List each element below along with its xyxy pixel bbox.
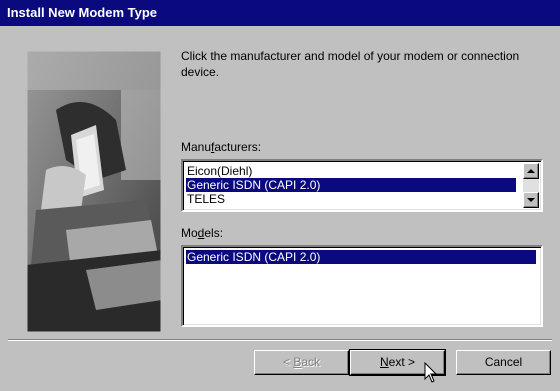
label-part: els: [204, 226, 224, 240]
label-part: acturers: [214, 140, 262, 154]
manufacturers-scrollbar[interactable] [523, 163, 539, 208]
button-text: ack [301, 355, 321, 369]
model-item-selected[interactable]: Generic ISDN (CAPI 2.0) [186, 250, 536, 264]
manufacturer-item[interactable]: TELES [186, 192, 226, 206]
arrow-down-icon [527, 198, 535, 202]
scroll-up-button[interactable] [523, 163, 539, 179]
instructions-text: Click the manufacturer and model of your… [181, 49, 520, 79]
label-part: Mo [181, 226, 198, 240]
button-text: ext > [388, 355, 416, 369]
title-bar[interactable]: Install New Modem Type [0, 0, 560, 26]
back-button[interactable]: < Back [254, 350, 349, 375]
label-part: Manu [181, 140, 212, 154]
scroll-down-button[interactable] [523, 192, 539, 208]
button-text: < [282, 355, 294, 369]
manufacturers-label: Manufacturers: [181, 140, 261, 154]
separator [8, 339, 552, 341]
install-modem-dialog: Install New Modem Type Click the manufac… [0, 0, 560, 391]
button-accelerator: N [379, 355, 389, 369]
arrow-up-icon [527, 169, 535, 173]
manufacturers-listbox[interactable]: Eicon(Diehl) Generic ISDN (CAPI 2.0) TEL… [181, 159, 543, 212]
window-title: Install New Modem Type [7, 5, 158, 20]
manufacturer-item[interactable]: Eicon(Diehl) [186, 164, 253, 178]
models-label: Models: [181, 226, 223, 240]
manufacturer-item-selected[interactable]: Generic ISDN (CAPI 2.0) [186, 178, 516, 192]
cancel-button[interactable]: Cancel [456, 350, 551, 375]
person-using-phone-photo [26, 50, 162, 333]
arrow-cursor-icon [424, 362, 438, 383]
models-listbox[interactable]: Generic ISDN (CAPI 2.0) [181, 245, 543, 327]
